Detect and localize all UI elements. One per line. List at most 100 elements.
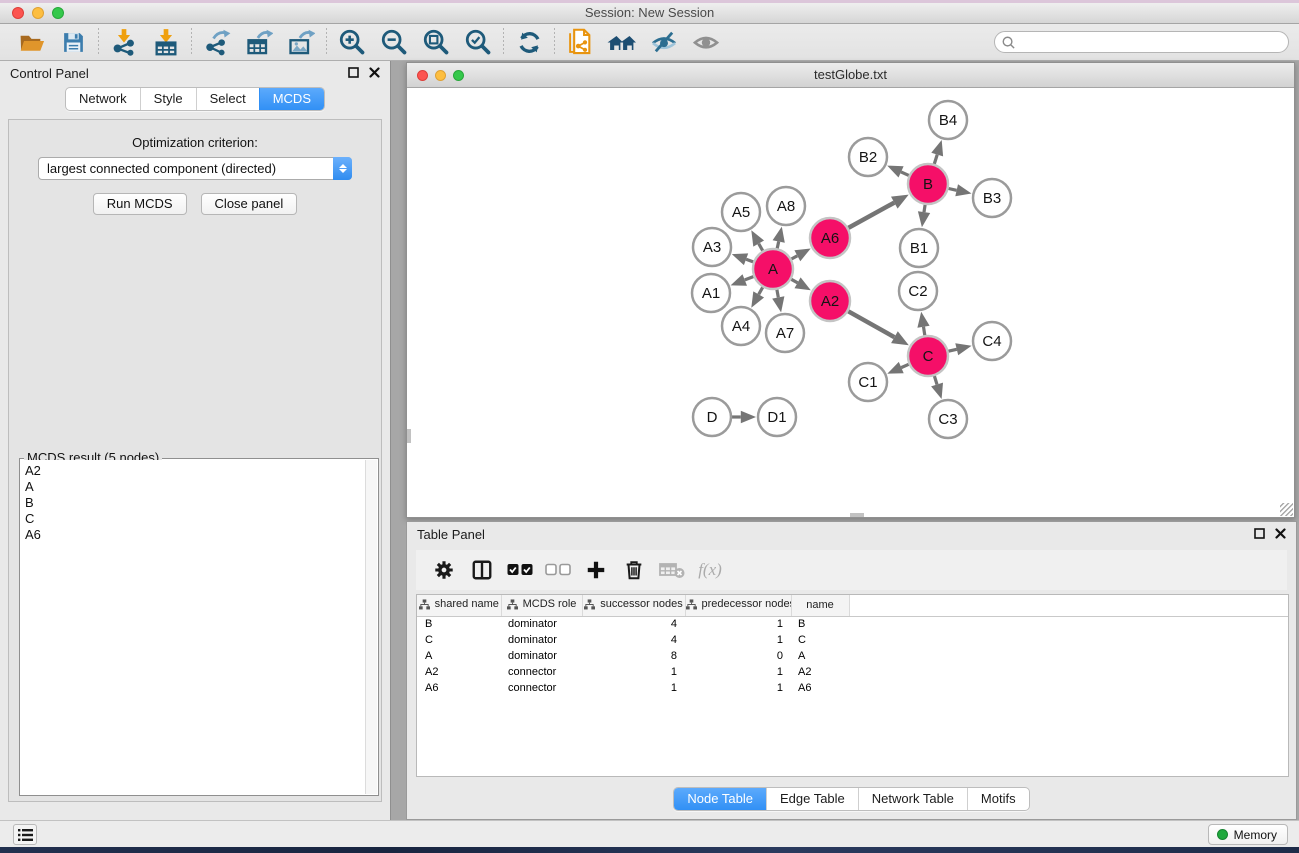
graph-edge[interactable]	[924, 205, 925, 212]
table-row[interactable]: Adominator80A	[417, 648, 1288, 664]
import-network-icon[interactable]	[109, 27, 139, 57]
criterion-select[interactable]: largest connected component (directed)	[38, 157, 352, 180]
hide-selected-icon[interactable]	[649, 27, 679, 57]
run-mcds-button[interactable]: Run MCDS	[93, 193, 187, 215]
graph-node-label: A2	[821, 293, 839, 310]
table-row[interactable]: Bdominator41B	[417, 616, 1288, 632]
graph-edge-arrow	[931, 383, 943, 399]
delete-table-icon[interactable]	[659, 557, 685, 583]
graph-edge[interactable]	[948, 349, 956, 351]
graph-edge[interactable]	[777, 242, 779, 249]
zoom-out-icon[interactable]	[379, 27, 409, 57]
show-all-icon[interactable]	[691, 27, 721, 57]
close-table-panel-icon[interactable]	[1275, 528, 1286, 539]
table-cell: 1	[685, 632, 791, 648]
graph-edge[interactable]	[901, 172, 909, 176]
show-column-icon[interactable]	[469, 557, 495, 583]
search-box	[994, 31, 1289, 53]
float-table-panel-icon[interactable]	[1254, 528, 1265, 539]
network-zoom-button[interactable]	[453, 70, 464, 81]
mcds-result-item[interactable]: B	[25, 495, 365, 511]
close-panel-icon[interactable]	[369, 67, 380, 78]
vertical-scroll-thumb[interactable]	[407, 429, 411, 443]
close-panel-button[interactable]: Close panel	[201, 193, 298, 215]
deselect-all-checkboxes-icon[interactable]	[545, 557, 571, 583]
tab-style[interactable]: Style	[140, 88, 196, 110]
search-input[interactable]	[1016, 33, 1288, 51]
graph-edge[interactable]	[901, 364, 909, 367]
graph-edge[interactable]	[777, 290, 778, 298]
graph-edge[interactable]	[934, 376, 937, 385]
tab-node-table[interactable]: Node Table	[674, 788, 766, 810]
graph-edge[interactable]	[934, 155, 937, 164]
mcds-result-item[interactable]: A2	[25, 463, 365, 479]
graph-edge[interactable]	[949, 189, 957, 191]
graph-edge[interactable]	[745, 277, 754, 280]
tab-network-table[interactable]: Network Table	[858, 788, 967, 810]
function-builder-icon[interactable]: f(x)	[697, 557, 723, 583]
close-window-button[interactable]	[12, 7, 24, 19]
settings-gear-icon[interactable]	[431, 557, 457, 583]
zoom-window-button[interactable]	[52, 7, 64, 19]
network-close-button[interactable]	[417, 70, 428, 81]
window-title: Session: New Session	[585, 5, 714, 20]
graph-edge[interactable]	[791, 279, 797, 283]
table-cell: dominator	[501, 632, 582, 648]
float-panel-icon[interactable]	[348, 67, 359, 78]
mcds-result-item[interactable]: A6	[25, 527, 365, 543]
table-cell-filler	[849, 680, 1288, 696]
table-cell-filler	[849, 616, 1288, 632]
graph-edge[interactable]	[791, 256, 797, 259]
tab-select[interactable]: Select	[196, 88, 259, 110]
column-header[interactable]: predecessor nodes	[685, 595, 791, 616]
toolbar-separator	[326, 28, 327, 56]
table-row[interactable]: Cdominator41C	[417, 632, 1288, 648]
resize-grip-icon[interactable]	[1280, 503, 1293, 516]
zoom-selected-icon[interactable]	[463, 27, 493, 57]
table-cell: 0	[685, 648, 791, 664]
tab-edge-table[interactable]: Edge Table	[766, 788, 858, 810]
table-row[interactable]: A6connector11A6	[417, 680, 1288, 696]
column-header[interactable]: shared name	[417, 595, 501, 616]
column-header[interactable]: name	[791, 595, 849, 616]
select-all-checkboxes-icon[interactable]	[507, 557, 533, 583]
minimize-window-button[interactable]	[32, 7, 44, 19]
graph-node-label: D1	[767, 409, 786, 426]
delete-columns-icon[interactable]	[621, 557, 647, 583]
graph-node-label: A8	[777, 198, 795, 215]
graph-edge[interactable]	[759, 287, 763, 294]
table-row[interactable]: A2connector11A2	[417, 664, 1288, 680]
export-network-icon[interactable]	[202, 27, 232, 57]
open-file-icon[interactable]	[16, 27, 46, 57]
tab-motifs[interactable]: Motifs	[967, 788, 1029, 810]
graph-edge[interactable]	[759, 244, 763, 251]
panel-menu-button[interactable]	[13, 824, 37, 845]
table-toolbar: f(x)	[416, 550, 1287, 590]
tab-mcds[interactable]: MCDS	[259, 88, 324, 110]
network-minimize-button[interactable]	[435, 70, 446, 81]
zoom-in-icon[interactable]	[337, 27, 367, 57]
export-image-icon[interactable]	[286, 27, 316, 57]
mcds-result-item[interactable]: A	[25, 479, 365, 495]
column-header[interactable]: successor nodes	[582, 595, 685, 616]
graph-edge[interactable]	[924, 327, 925, 335]
horizontal-scroll-thumb[interactable]	[850, 513, 864, 517]
first-neighbors-icon[interactable]	[607, 27, 637, 57]
memory-button[interactable]: Memory	[1208, 824, 1288, 845]
column-header[interactable]: MCDS role	[501, 595, 582, 616]
network-canvas[interactable]: B4B2BB3A5A8A6B1A3AA1C2A2A4A7C4CC1C3DD1	[407, 88, 1294, 517]
graph-edge[interactable]	[746, 259, 753, 262]
graph-edge[interactable]	[848, 311, 894, 337]
table-cell: A	[791, 648, 849, 664]
refresh-view-icon[interactable]	[514, 27, 544, 57]
mcds-result-item[interactable]: C	[25, 511, 365, 527]
add-column-icon[interactable]	[583, 557, 609, 583]
new-network-from-selection-icon[interactable]	[565, 27, 595, 57]
tab-network[interactable]: Network	[66, 88, 140, 110]
import-table-icon[interactable]	[151, 27, 181, 57]
zoom-fit-icon[interactable]	[421, 27, 451, 57]
export-table-icon[interactable]	[244, 27, 274, 57]
save-session-icon[interactable]	[58, 27, 88, 57]
graph-edge[interactable]	[848, 203, 894, 228]
mcds-result-scrollbar[interactable]	[365, 460, 377, 794]
